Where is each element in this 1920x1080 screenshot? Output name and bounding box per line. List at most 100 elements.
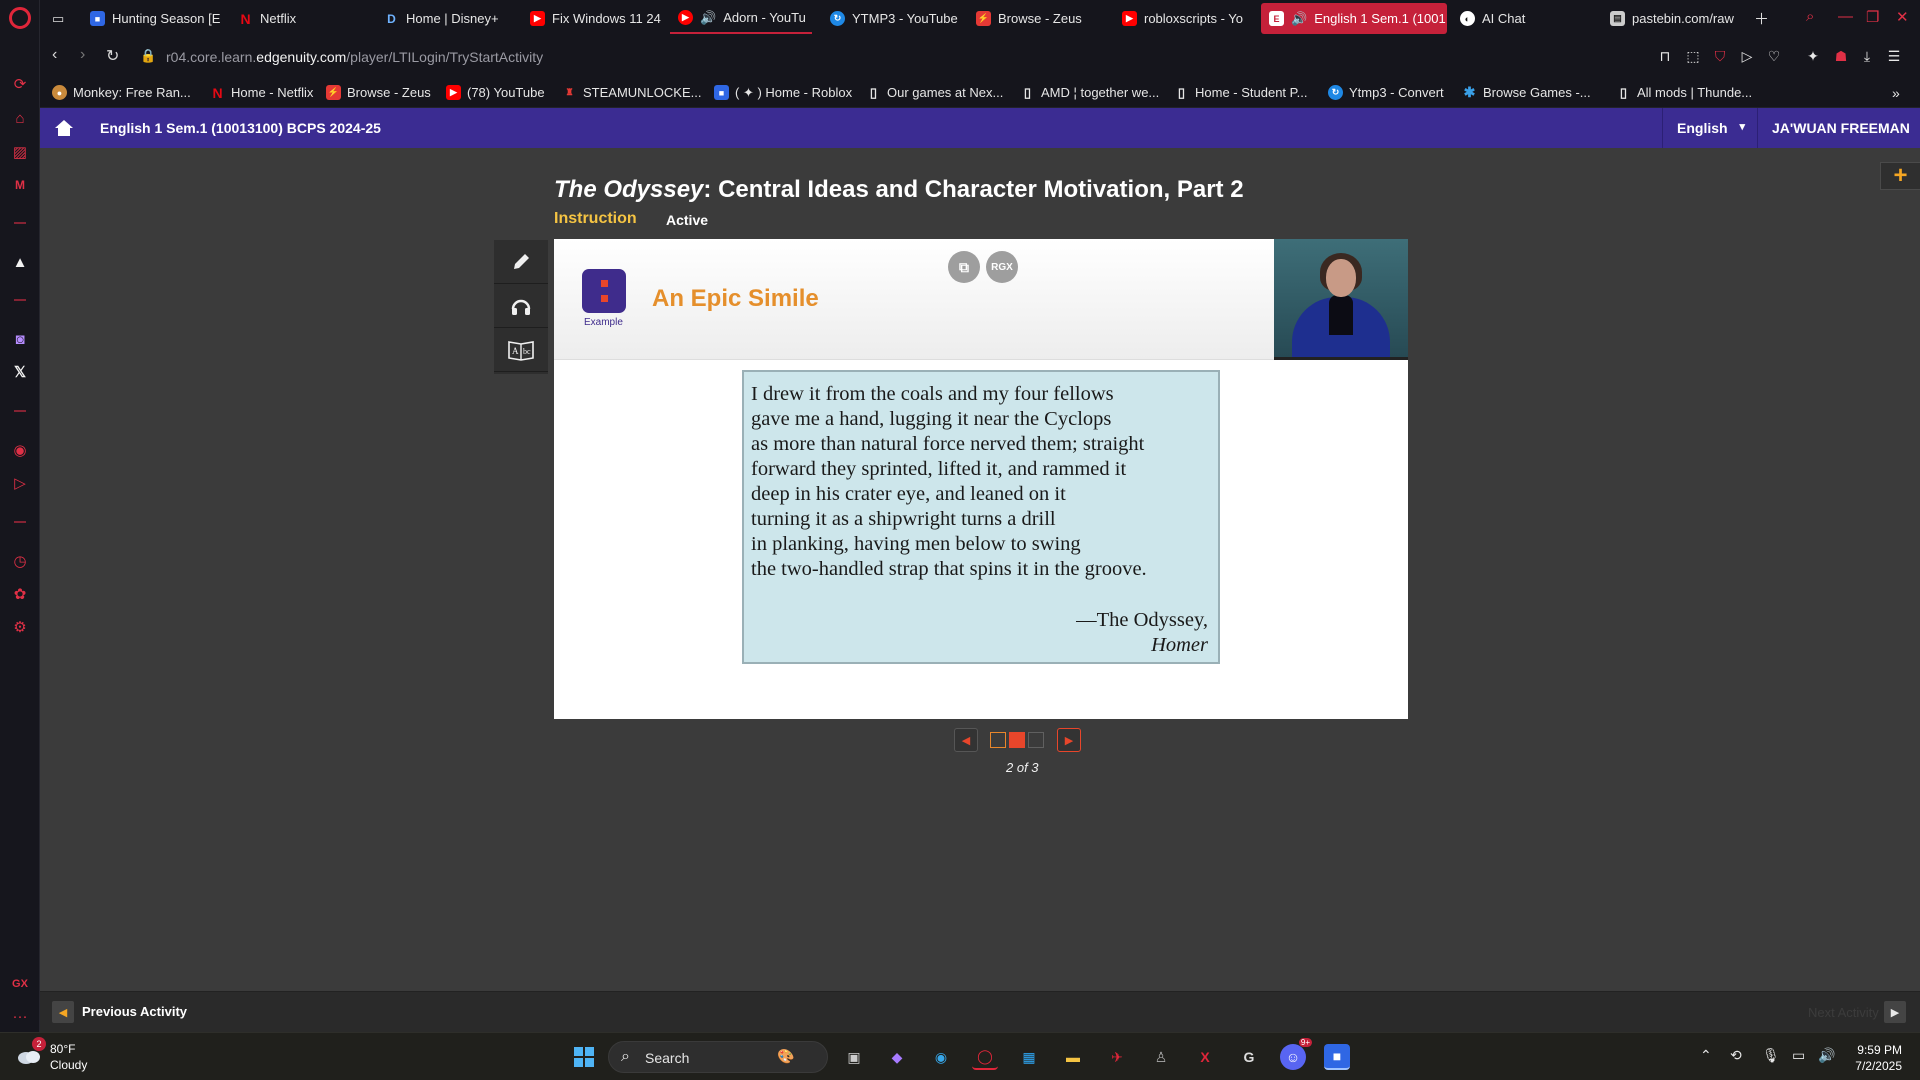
page-dot-3[interactable] — [1028, 732, 1044, 748]
bookmark-8[interactable]: ▯ Home - Student P... — [1174, 84, 1308, 101]
bookmark-5[interactable]: ■( ✦ ) Home - Roblox — [714, 84, 852, 101]
sync-icon[interactable]: ⟲ — [1730, 1047, 1742, 1064]
url-field[interactable]: r04.core.learn.edgenuity.com/player/LTIL… — [166, 49, 543, 65]
player-icon[interactable]: ◉ — [8, 438, 32, 462]
network-icon[interactable]: ▭ — [1792, 1047, 1805, 1064]
file-explorer-icon[interactable]: ▬ — [1060, 1044, 1086, 1070]
tab-10[interactable]: ▤ pastebin.com/raw — [1602, 3, 1754, 34]
edge-icon[interactable]: ◉ — [928, 1044, 954, 1070]
microphone-icon[interactable]: 🎙 — [1762, 1047, 1780, 1064]
home-icon[interactable] — [54, 119, 74, 137]
bookmark-3[interactable]: ▶ (78) YouTube — [446, 84, 545, 101]
tray-overflow-icon[interactable]: ⌃ — [1700, 1047, 1712, 1064]
x-twitter-icon[interactable]: 𝕏 — [8, 360, 32, 384]
expand-plus-button[interactable]: + — [1880, 162, 1920, 190]
bookmark-6[interactable]: ▯ Our games at Nex... — [866, 84, 1003, 101]
bookmark-10[interactable]: ✱ Browse Games -... — [1462, 84, 1591, 101]
copilot-icon[interactable]: ◆ — [884, 1044, 910, 1070]
app-red-icon[interactable]: ✈ — [1104, 1044, 1130, 1070]
close-icon[interactable]: ✕ — [1896, 8, 1909, 26]
store-icon[interactable]: ▦ — [1016, 1044, 1042, 1070]
opera-logo-icon[interactable] — [9, 7, 31, 29]
page-dot-2-current[interactable] — [1009, 732, 1025, 748]
headphones-icon[interactable] — [494, 284, 548, 328]
extensions-puzzle-icon[interactable]: ✦ — [1804, 47, 1822, 65]
tab-4[interactable]: ▶ 🔊 Adorn - YouTu — [670, 3, 812, 34]
download-icon[interactable]: ⤓ — [1858, 47, 1876, 65]
taskbar-clock[interactable]: 9:59 PM 7/2/2025 — [1852, 1042, 1902, 1074]
send-icon[interactable]: ▷ — [8, 471, 32, 495]
refresh-icon[interactable]: ⟳ — [8, 72, 32, 96]
tab-0[interactable]: ■ Hunting Season [E — [82, 3, 252, 34]
tab-1[interactable]: N Netflix — [230, 3, 350, 34]
minimize-icon[interactable]: — — [1838, 8, 1853, 25]
shopping-icon[interactable]: ⌂ — [8, 106, 32, 130]
instructor-video[interactable] — [1274, 239, 1408, 360]
app-x-icon[interactable]: X — [1192, 1044, 1218, 1070]
next-activity-button[interactable]: Next Activity — [1808, 1005, 1879, 1020]
tab-8-active[interactable]: E 🔊 English 1 Sem.1 (1001 — [1261, 3, 1447, 34]
more-icon[interactable]: ··· — [8, 1004, 32, 1028]
app-g-icon[interactable]: G — [1236, 1044, 1262, 1070]
next-activity-arrow-icon[interactable]: ▶ — [1884, 1001, 1906, 1023]
search-tabs-icon[interactable]: ⌕ — [1806, 8, 1814, 25]
settings-icon[interactable]: ⚙ — [8, 615, 32, 639]
user-name[interactable]: JA'WUAN FREEMAN — [1772, 120, 1910, 136]
card-icon[interactable]: ▨ — [8, 140, 32, 164]
heart-icon[interactable]: ♡ — [1765, 47, 1783, 65]
prev-activity-arrow-icon[interactable]: ◀ — [52, 1001, 74, 1023]
extensions-icon[interactable]: ✿ — [8, 582, 32, 606]
previous-activity-button[interactable]: Previous Activity — [82, 1004, 187, 1019]
bookmark-page-icon[interactable]: ⊓ — [1656, 47, 1674, 65]
play-icon[interactable]: ▷ — [1738, 47, 1756, 65]
bookmark-0[interactable]: ● Monkey: Free Ran... — [52, 84, 191, 101]
bookmark-9[interactable]: ↻ Ytmp3 - Convert — [1328, 84, 1444, 101]
tab-5[interactable]: ↻ YTMP3 - YouTube — [822, 3, 972, 34]
lock-icon[interactable]: 🔒 — [140, 48, 156, 64]
language-select[interactable]: English ▾ — [1662, 108, 1758, 148]
volume-icon[interactable]: 🔊 — [1818, 1047, 1835, 1064]
prev-slide-button[interactable]: ◀ — [954, 728, 978, 752]
opera-gx-icon[interactable]: ◯ — [972, 1044, 998, 1070]
forward-icon[interactable]: › — [80, 46, 85, 64]
restore-icon[interactable]: ❐ — [1866, 8, 1879, 26]
task-view-icon[interactable]: ▣ — [841, 1044, 867, 1070]
back-icon[interactable]: ‹ — [52, 46, 57, 64]
bookmark-1[interactable]: N Home - Netflix — [210, 84, 313, 101]
messenger-icon[interactable]: M — [8, 173, 32, 197]
app-figure-icon[interactable]: ♙ — [1148, 1044, 1174, 1070]
bookmark-11[interactable]: ▯ All mods | Thunde... — [1616, 84, 1752, 101]
start-windows-icon[interactable] — [571, 1044, 597, 1070]
gx-icon[interactable]: GX — [8, 972, 32, 996]
bookmark-2[interactable]: ⚡ Browse - Zeus — [326, 84, 431, 101]
bookmarks-overflow-icon[interactable]: » — [1892, 84, 1900, 101]
new-tab-plus-icon[interactable]: ＋ — [1754, 8, 1769, 29]
bookmark-7[interactable]: ▯ AMD ¦ together we... — [1020, 84, 1159, 101]
speaker-icon[interactable]: 🔊 — [700, 10, 716, 26]
history-icon[interactable]: ◷ — [8, 549, 32, 573]
pencil-tool-icon[interactable] — [494, 240, 548, 284]
tab-7[interactable]: ▶ robloxscripts - Yo — [1114, 3, 1282, 34]
workspaces-icon[interactable]: ▭ — [44, 3, 80, 34]
copy-icon[interactable]: ⧉ — [948, 251, 980, 283]
snapshot-icon[interactable]: ⬚ — [1684, 47, 1702, 65]
tab-2[interactable]: D Home | Disney+ — [376, 3, 536, 34]
twitch-icon[interactable]: ◙ — [8, 327, 32, 351]
bookmark-4[interactable]: ♜ STEAMUNLOCKE... — [562, 84, 701, 101]
page-dot-1[interactable] — [990, 732, 1006, 748]
reload-icon[interactable]: ↻ — [106, 46, 119, 66]
roblox-taskbar-icon[interactable]: ■ — [1324, 1044, 1350, 1070]
easy-setup-icon[interactable]: ☰ — [1885, 47, 1903, 65]
tab-6[interactable]: ⚡ Browse - Zeus — [968, 3, 1108, 34]
rgx-button[interactable]: RGX — [986, 251, 1018, 283]
vpn-shield-icon[interactable]: ⛉ — [1711, 47, 1729, 65]
tab-3[interactable]: ▶ Fix Windows 11 24 — [522, 3, 690, 34]
aria-icon[interactable]: ▲ — [8, 250, 32, 274]
discord-icon[interactable]: ☺ 9+ — [1280, 1038, 1312, 1070]
dictionary-book-icon[interactable]: Abc — [494, 328, 548, 372]
next-slide-button[interactable]: ▶ — [1057, 728, 1081, 752]
tab-9[interactable]: ◐ AI Chat — [1452, 3, 1582, 34]
profile-icon[interactable]: ☗ — [1832, 47, 1850, 65]
taskbar-search[interactable]: ⌕ Search 🎨 — [608, 1041, 828, 1073]
speaker-icon[interactable]: 🔊 — [1291, 11, 1307, 27]
